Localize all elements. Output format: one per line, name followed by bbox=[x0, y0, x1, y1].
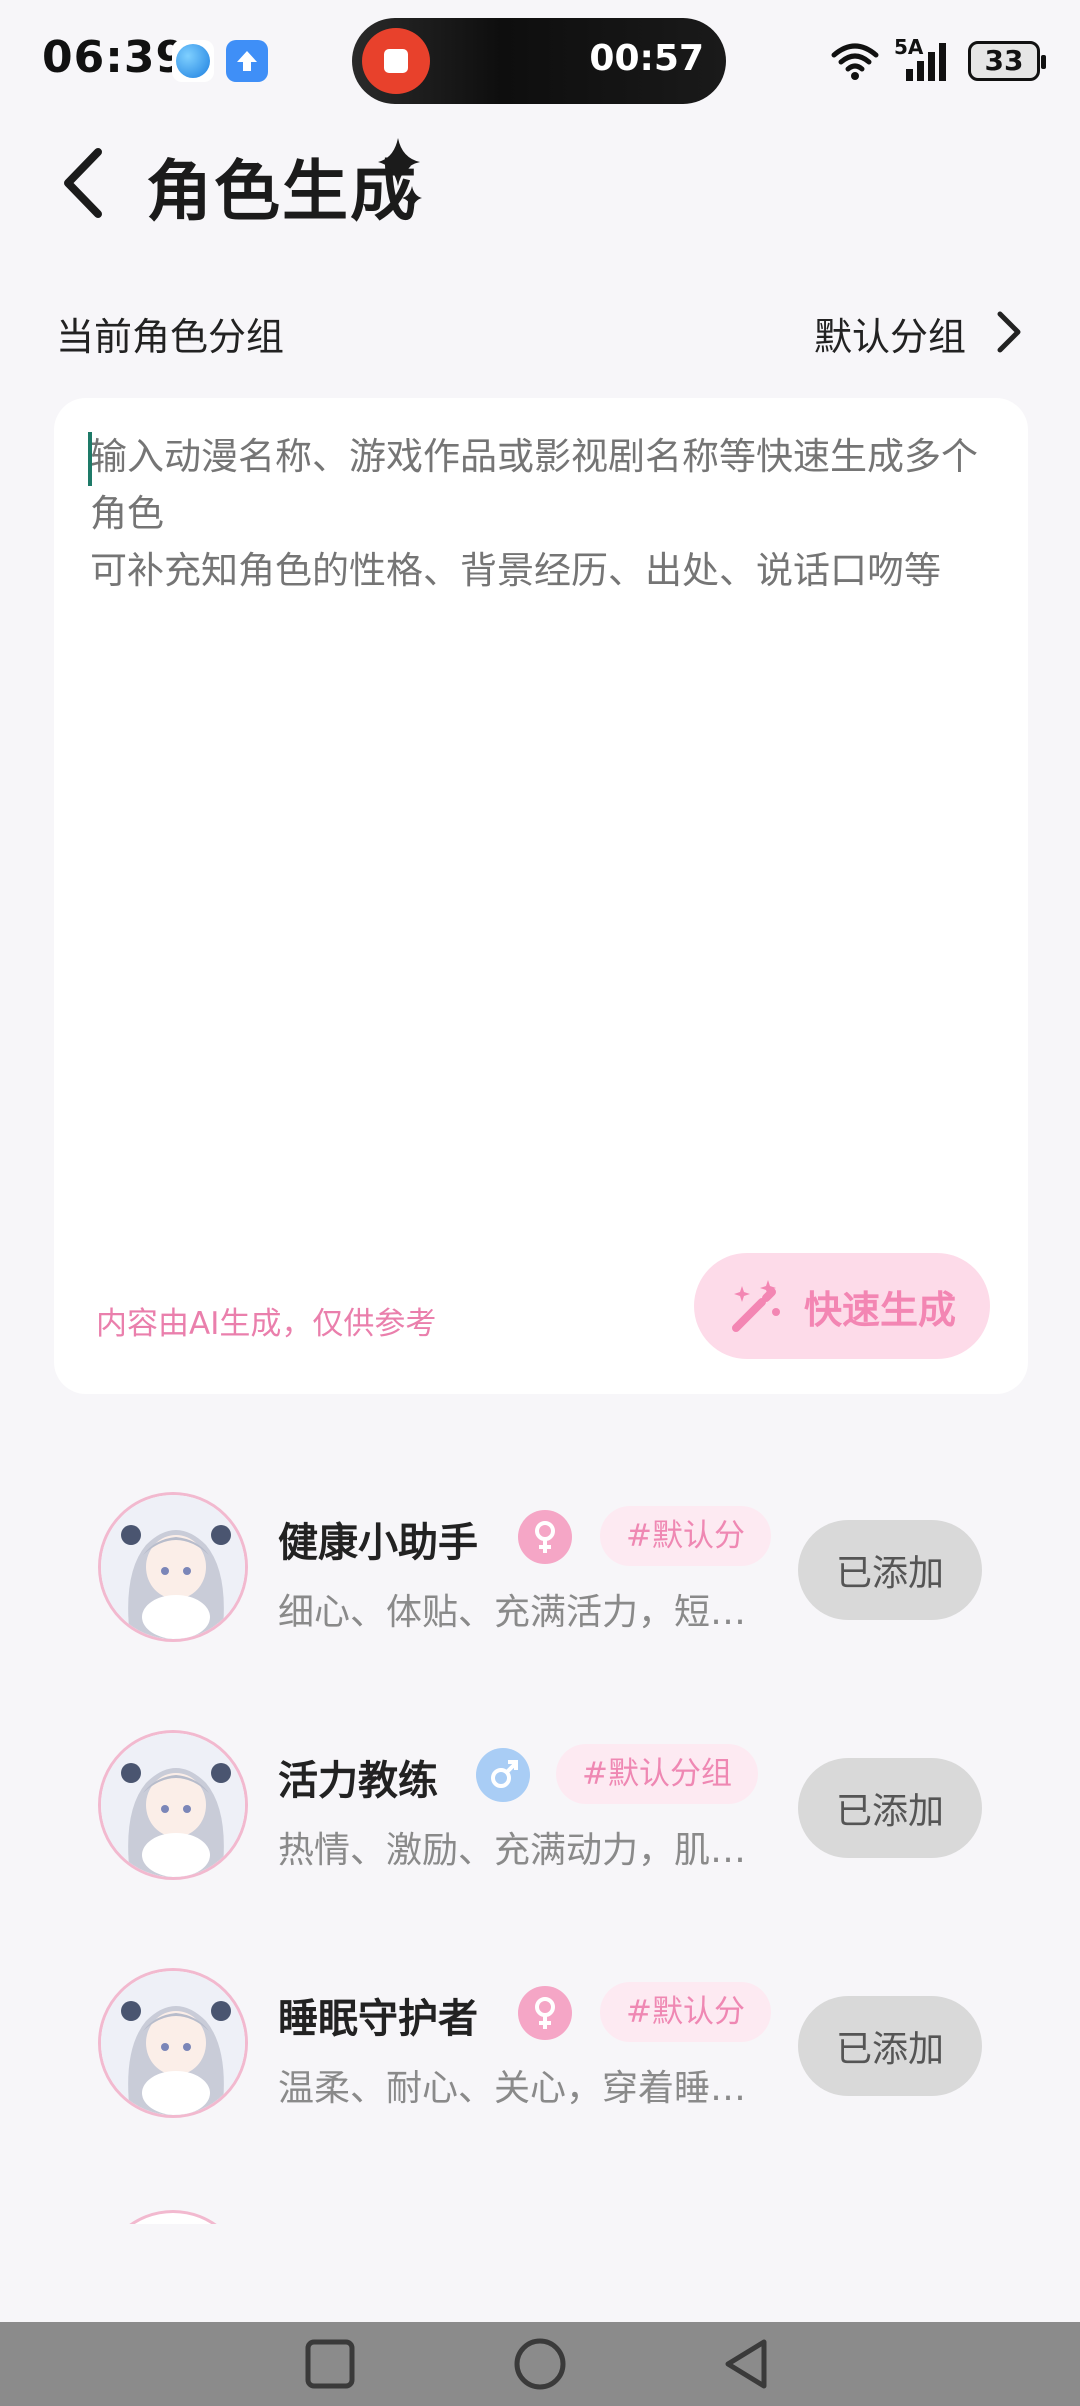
character-name: 睡眠守护者 bbox=[278, 1996, 478, 2042]
character-description: 热情、激励、充满动力，肌… bbox=[278, 1830, 747, 1871]
record-stop-icon[interactable] bbox=[362, 28, 430, 94]
character-name: 健康小助手 bbox=[278, 1520, 478, 1566]
quick-generate-button[interactable]: 快速生成 bbox=[694, 1253, 990, 1359]
status-icons: 5A 33 bbox=[830, 35, 1046, 86]
avatar bbox=[98, 1730, 248, 1880]
magic-wand-icon bbox=[731, 1280, 780, 1332]
home-icon[interactable] bbox=[512, 2338, 568, 2390]
added-button[interactable]: 已添加 bbox=[798, 1520, 982, 1620]
added-button[interactable]: 已添加 bbox=[798, 1996, 982, 2096]
partial-avatar bbox=[98, 2210, 248, 2224]
upload-app-icon bbox=[226, 40, 268, 82]
quick-generate-label: 快速生成 bbox=[803, 1287, 956, 1332]
screen-recorder-pill[interactable]: 00:57 bbox=[352, 18, 726, 104]
group-tag: #默认分组 bbox=[556, 1744, 758, 1804]
back-nav-icon[interactable] bbox=[722, 2338, 772, 2390]
character-description: 细心、体贴、充满活力，短… bbox=[278, 1592, 747, 1633]
chevron-right-icon bbox=[997, 311, 1021, 353]
back-button[interactable] bbox=[56, 144, 112, 222]
character-item[interactable]: 健康小助手 #默认分 细心、体贴、充满活力，短… 已添加 bbox=[0, 1480, 1080, 1660]
battery-icon: 33 bbox=[968, 41, 1046, 81]
added-button[interactable]: 已添加 bbox=[798, 1758, 982, 1858]
male-icon bbox=[476, 1748, 530, 1802]
globe-app-icon bbox=[172, 40, 214, 82]
signal-icon: 5A bbox=[894, 35, 954, 83]
group-label: 当前角色分组 bbox=[56, 315, 285, 359]
group-tag: #默认分 bbox=[600, 1506, 771, 1566]
sparkle-icon bbox=[378, 138, 422, 210]
generate-input-card: 内容由AI生成，仅供参考 快速生成 bbox=[54, 398, 1028, 1394]
chevron-left-icon bbox=[64, 148, 102, 218]
character-prompt-input[interactable] bbox=[90, 428, 990, 988]
recording-time: 00:57 bbox=[589, 38, 704, 79]
recent-apps-icon[interactable] bbox=[304, 2338, 356, 2390]
character-item[interactable]: 睡眠守护者 #默认分 温柔、耐心、关心，穿着睡… 已添加 bbox=[0, 1956, 1080, 2136]
ai-disclaimer: 内容由AI生成，仅供参考 bbox=[96, 1306, 437, 1342]
avatar bbox=[98, 1968, 248, 2118]
wifi-icon bbox=[831, 43, 879, 80]
system-nav-bar bbox=[0, 2322, 1080, 2406]
group-value: 默认分组 bbox=[813, 315, 966, 359]
female-icon bbox=[518, 1510, 572, 1564]
female-icon bbox=[518, 1986, 572, 2040]
group-selector[interactable]: 当前角色分组 默认分组 bbox=[56, 300, 1024, 360]
character-name: 活力教练 bbox=[278, 1758, 438, 1804]
group-tag: #默认分 bbox=[600, 1982, 771, 2042]
text-caret bbox=[88, 432, 92, 486]
status-bar: 06:39 00:57 5A 33 bbox=[0, 0, 1080, 120]
character-description: 温柔、耐心、关心，穿着睡… bbox=[278, 2068, 747, 2109]
avatar bbox=[98, 1492, 248, 1642]
status-time: 06:39 bbox=[42, 32, 188, 83]
character-item[interactable]: 活力教练 #默认分组 热情、激励、充满动力，肌… 已添加 bbox=[0, 1718, 1080, 1898]
